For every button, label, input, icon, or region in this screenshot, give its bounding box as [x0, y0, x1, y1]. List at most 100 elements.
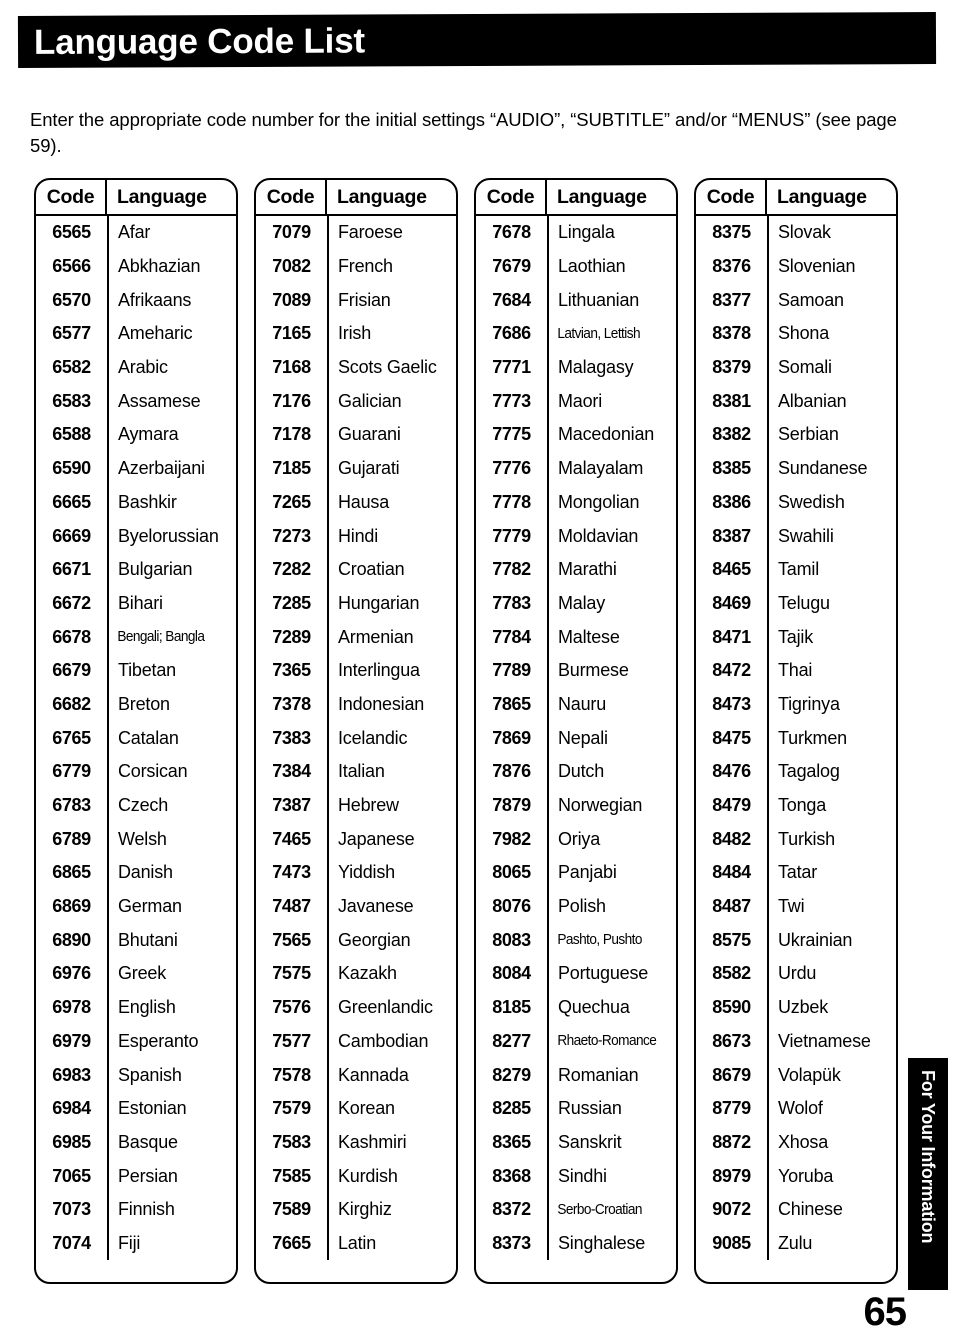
cell-code: 7776 — [492, 458, 531, 479]
table-row: 8084 Portuguese — [476, 957, 676, 991]
cell-language: Indonesian — [338, 693, 425, 714]
cell-language: Finnish — [118, 1199, 175, 1220]
table-row: 7579 Korean — [256, 1092, 456, 1126]
cell-language: Danish — [118, 862, 173, 883]
cell-language: Javanese — [338, 896, 414, 917]
cell-language: Bashkir — [118, 491, 177, 512]
cell-code: 7679 — [492, 256, 531, 277]
cell-language: Korean — [338, 1098, 395, 1119]
table-row: 7585 Kurdish — [256, 1159, 456, 1193]
cell-code: 8479 — [712, 795, 751, 816]
table-row: 6765 Catalan — [36, 721, 236, 755]
cell-language: Basque — [118, 1131, 178, 1152]
table-row: 7065 Persian — [36, 1159, 236, 1193]
cell-code: 8575 — [712, 929, 751, 950]
column-header-code: Code — [476, 180, 547, 214]
table-row: 8590 Uzbek — [696, 991, 896, 1025]
cell-code: 7378 — [272, 693, 311, 714]
table-row: 8373 Singhalese — [476, 1227, 676, 1261]
cell-language: Faroese — [338, 222, 403, 243]
table-row: 7869 Nepali — [476, 721, 676, 755]
cell-code: 6779 — [52, 761, 91, 782]
cell-code: 6978 — [52, 997, 91, 1018]
cell-code: 7678 — [492, 222, 531, 243]
table-body: 8375 Slovak 8376 Slovenian 8377 Samoan 8378 Sho… — [696, 216, 896, 1261]
table-row: 6570 Afrikaans — [36, 283, 236, 317]
cell-code: 8582 — [712, 963, 751, 984]
column-header-code: Code — [696, 180, 767, 214]
table-row: 7565 Georgian — [256, 923, 456, 957]
table-row: 6869 German — [36, 890, 236, 924]
table-row: 7684 Lithuanian — [476, 283, 676, 317]
table-row: 8185 Quechua — [476, 991, 676, 1025]
column-header-language: Language — [337, 185, 427, 208]
cell-code: 6577 — [52, 323, 91, 344]
cell-code: 7778 — [492, 491, 531, 512]
table-header-row: Code Language — [696, 180, 896, 216]
cell-code: 6570 — [52, 289, 91, 310]
table-row: 8277 Rhaeto-Romance — [476, 1025, 676, 1059]
cell-code: 7784 — [492, 626, 531, 647]
cell-code: 7073 — [52, 1199, 91, 1220]
cell-language: Assamese — [118, 390, 201, 411]
table-row: 8365 Sanskrit — [476, 1126, 676, 1160]
table-row: 7273 Hindi — [256, 519, 456, 553]
table-row: 7784 Maltese — [476, 620, 676, 654]
table-row: 6588 Aymara — [36, 418, 236, 452]
cell-code: 8872 — [712, 1131, 751, 1152]
cell-code: 7876 — [492, 761, 531, 782]
cell-code: 7783 — [492, 592, 531, 613]
intro-paragraph: Enter the appropriate code number for th… — [30, 108, 897, 156]
cell-code: 7185 — [272, 458, 311, 479]
cell-language: Vietnamese — [778, 1030, 871, 1051]
cell-language: Aymara — [118, 424, 179, 445]
cell-language: Uzbek — [778, 997, 829, 1018]
cell-language: Persian — [118, 1165, 178, 1186]
table-row: 7771 Malagasy — [476, 351, 676, 385]
code-table: Code Language 7079 Faroese 7082 French 7089 Fri… — [254, 178, 458, 1284]
cell-language: Chinese — [778, 1199, 843, 1220]
table-row: 7879 Norwegian — [476, 789, 676, 823]
table-row: 8379 Somali — [696, 351, 896, 385]
cell-code: 8469 — [712, 592, 751, 613]
table-row: 7185 Gujarati — [256, 452, 456, 486]
cell-code: 8368 — [492, 1165, 531, 1186]
cell-code: 7575 — [272, 963, 311, 984]
cell-code: 7487 — [272, 896, 311, 917]
cell-code: 6672 — [52, 592, 91, 613]
cell-language: Telugu — [778, 592, 830, 613]
cell-language: Shona — [778, 323, 830, 344]
cell-code: 9072 — [712, 1199, 751, 1220]
cell-code: 6582 — [52, 357, 91, 378]
cell-code: 7089 — [272, 289, 311, 310]
cell-code: 6671 — [52, 559, 91, 580]
cell-code: 6583 — [52, 390, 91, 411]
cell-language: Romanian — [558, 1064, 639, 1085]
cell-code: 7285 — [272, 592, 311, 613]
cell-language: Ameharic — [118, 323, 193, 344]
cell-language: Azerbaijani — [118, 458, 205, 479]
table-row: 7285 Hungarian — [256, 587, 456, 621]
cell-code: 8476 — [712, 761, 751, 782]
cell-language: Bihari — [118, 592, 163, 613]
table-row: 7865 Nauru — [476, 688, 676, 722]
table-row: 7378 Indonesian — [256, 688, 456, 722]
table-row: 7776 Malayalam — [476, 452, 676, 486]
cell-language: Burmese — [558, 660, 629, 681]
table-row: 8473 Tigrinya — [696, 688, 896, 722]
cell-language: Scots Gaelic — [338, 357, 437, 378]
cell-language: Guarani — [338, 424, 401, 445]
table-row: 6890 Bhutani — [36, 923, 236, 957]
table-row: 7165 Irish — [256, 317, 456, 351]
cell-language: Marathi — [558, 559, 617, 580]
cell-code: 8065 — [492, 862, 531, 883]
cell-language: Sanskrit — [558, 1131, 622, 1152]
cell-code: 7782 — [492, 559, 531, 580]
cell-language: Macedonian — [558, 424, 655, 445]
cell-language: Hungarian — [338, 592, 420, 613]
table-row: 7365 Interlingua — [256, 654, 456, 688]
table-row: 8076 Polish — [476, 890, 676, 924]
table-row: 6783 Czech — [36, 789, 236, 823]
cell-language: Irish — [338, 323, 372, 344]
cell-language: Fiji — [118, 1232, 141, 1253]
